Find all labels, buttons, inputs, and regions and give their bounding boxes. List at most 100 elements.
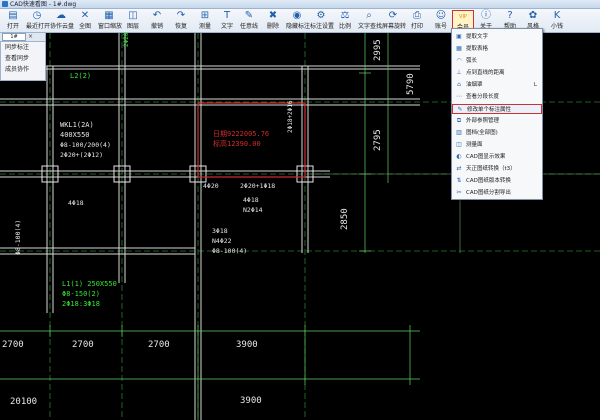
toolbar-button-layers[interactable]: ◫ 图层 xyxy=(122,10,144,32)
menu-item-segment-length[interactable]: ⋯ 查看分段长度 xyxy=(452,92,542,102)
toolbar-button-text-search[interactable]: ⌕ 文字查找 xyxy=(358,10,383,32)
dimension-lines xyxy=(0,33,420,420)
menu-item-label: 测量面 xyxy=(466,142,483,148)
toolbar-button-wallet[interactable]: K 小钱 xyxy=(546,10,568,32)
menu-item-xref[interactable]: ⧉ 外部参照管理 xyxy=(452,116,542,126)
menu-item-edit-annotation[interactable]: ✎ 修改单个标注属性 xyxy=(452,104,542,114)
toolbar-button-redo[interactable]: ↷ 恢复 xyxy=(170,10,192,32)
drawing-label: N2Φ14 xyxy=(243,206,263,214)
zoom-window-icon: ▦ xyxy=(104,10,114,21)
history-icon: ◷ xyxy=(32,10,42,21)
window-title: CAD快速看图 - 1#.dwg xyxy=(10,1,77,8)
toolbar-button-delete[interactable]: ✖ 删除 xyxy=(262,10,284,32)
menu-item-extract-table[interactable]: ▦ 提取表格 xyxy=(452,44,542,54)
toolbar-button-undo[interactable]: ↶ 撤销 xyxy=(146,10,168,32)
close-tab-icon[interactable]: × xyxy=(28,33,33,41)
layers-icon: ◫ xyxy=(128,10,138,21)
toolbar-button-zoom-window[interactable]: ▦ 窗口缩放 xyxy=(98,10,122,32)
menu-item-display[interactable]: ◐ CAD图显示效果 xyxy=(452,152,542,162)
toolbar-label: 协作云盘 xyxy=(50,23,75,30)
drawings-icon: ▥ xyxy=(456,129,462,136)
menu-item-extract-text[interactable]: ▣ 提取文字 xyxy=(452,32,542,42)
toolbar-button-freeline[interactable]: ✎ 任意线 xyxy=(238,10,260,32)
menu-item-version-convert[interactable]: ⇅ CAD图纸版本转换 xyxy=(452,176,542,186)
menu-item-hood[interactable]: ⌂ 油烟罩 L xyxy=(452,80,542,90)
toolbar-label: 比例 xyxy=(338,23,351,30)
scale-icon: ⚖ xyxy=(340,10,350,21)
toolbar-label: 文字查找 xyxy=(358,23,383,30)
drawing-label: 5790 xyxy=(406,73,416,95)
menu-item-measure-area[interactable]: ◫ 测量面 xyxy=(452,140,542,150)
toolbar-button-scale[interactable]: ⚖ 比例 xyxy=(334,10,356,32)
side-panel-item[interactable]: 成员协作 xyxy=(1,64,45,75)
vip-icon: VIP xyxy=(459,14,467,20)
toolbar-button-text[interactable]: T 文字 xyxy=(216,10,238,32)
toolbar-label: 文字 xyxy=(220,23,233,30)
drawing-label: 2850 xyxy=(340,208,350,230)
menu-item-label: 油烟罩 xyxy=(466,82,483,88)
drawing-label: 20100 xyxy=(10,397,37,407)
display-icon: ◐ xyxy=(456,153,462,160)
drawing-label: WKL1(2A) xyxy=(60,121,94,129)
toolbar-button-folder[interactable]: ▤ 打开 xyxy=(2,10,24,32)
toolbar-button-annotation-settings[interactable]: ⚙ 标注设置 xyxy=(310,10,334,32)
toolbar-label: 删除 xyxy=(266,23,279,30)
toolbar-button-fit[interactable]: ✕ 全图 xyxy=(74,10,96,32)
menu-item-point-line-distance[interactable]: ⊥ 点到直线的距离 xyxy=(452,68,542,78)
menu-item-label: CAD图纸分割导出 xyxy=(466,190,511,196)
menu-shortcut: L xyxy=(533,82,537,88)
toolbar-label: 账号 xyxy=(434,23,447,30)
drawing-label: 400X550 xyxy=(60,131,90,139)
menu-item-label: 提取文字 xyxy=(466,34,489,40)
redo-icon: ↷ xyxy=(176,10,186,21)
toolbar-button-measure[interactable]: ⊞ 测量 xyxy=(194,10,216,32)
drawing-label: 2700 xyxy=(148,340,170,350)
toolbar-button-account[interactable]: ☺ 账号 xyxy=(430,10,452,32)
version-convert-icon: ⇅ xyxy=(456,177,462,184)
toolbar-label: 打印 xyxy=(410,23,423,30)
app-logo-icon xyxy=(2,1,8,7)
menu-item-label: 点到直线的距离 xyxy=(466,70,505,76)
drawing-label: Φ8-100(4) xyxy=(14,220,22,255)
menu-item-arc-length[interactable]: ◠ 弧长 xyxy=(452,56,542,66)
toolbar-button-history[interactable]: ◷ 最近打开 xyxy=(26,10,50,32)
edit-annotation-icon: ✎ xyxy=(457,106,463,113)
menu-item-label: CAD图显示效果 xyxy=(466,154,506,160)
drawing-label: 标高12390.00 xyxy=(213,139,261,148)
menu-item-label: 查看分段长度 xyxy=(466,94,500,100)
side-panel-item[interactable]: 查看同步 xyxy=(1,53,45,64)
hood-icon: ⌂ xyxy=(457,81,461,88)
toolbar-label: 小钱 xyxy=(550,23,563,30)
menu-item-label: 天正图纸转换（t3） xyxy=(466,166,516,172)
measure-icon: ⊞ xyxy=(200,10,210,21)
drawing-label: 3900 xyxy=(236,340,258,350)
drawing-label: L1(1) 250X550 xyxy=(62,280,117,288)
tangent-convert-icon: ⇄ xyxy=(456,165,462,172)
help-icon: ? xyxy=(507,10,513,21)
arc-length-icon: ◠ xyxy=(456,57,462,64)
drawing-label: 2Φ20+(2Φ12) xyxy=(60,151,103,159)
menu-item-label: CAD图纸版本转换 xyxy=(466,178,511,184)
tab-drawing-1[interactable]: 1# xyxy=(2,33,26,41)
drawing-label: Φ8-100/200(4) xyxy=(60,141,111,149)
menu-item-split-export[interactable]: ✂ CAD图纸分割导出 xyxy=(452,188,542,198)
toolbar-button-print[interactable]: ⎙ 打印 xyxy=(406,10,428,32)
drawing-label: 2795 xyxy=(373,129,383,151)
side-panel-item[interactable]: 同步标注 xyxy=(1,42,45,53)
toolbar-button-rotate[interactable]: ⟳ 屏幕旋转 xyxy=(382,10,407,32)
drawing-label: 4Φ20 xyxy=(203,182,219,190)
collaboration-panel: 同步标注 查看同步 成员协作 xyxy=(0,41,46,81)
toolbar-button-cloud[interactable]: ☁ 协作云盘 xyxy=(50,10,75,32)
drawing-label: 3900 xyxy=(240,396,262,406)
toolbar-label: 屏幕旋转 xyxy=(382,23,407,30)
toolbar-button-hide-annotation[interactable]: ◉ 隐藏标注 xyxy=(286,10,310,32)
drawing-label: 2700 xyxy=(2,340,24,350)
menu-item-tangent-convert[interactable]: ⇄ 天正图纸转换（t3） xyxy=(452,164,542,174)
menu-item-label: 图档(全部图) xyxy=(466,130,498,136)
beam-outlines xyxy=(0,33,420,420)
drawing-label: 3Φ18 xyxy=(212,227,228,235)
point-line-distance-icon: ⊥ xyxy=(456,69,462,76)
toolbar-label: 打开 xyxy=(6,23,19,30)
menu-item-drawings[interactable]: ▥ 图档(全部图) xyxy=(452,128,542,138)
drawing-label: 2Φ18+2Φ16 xyxy=(287,100,294,133)
